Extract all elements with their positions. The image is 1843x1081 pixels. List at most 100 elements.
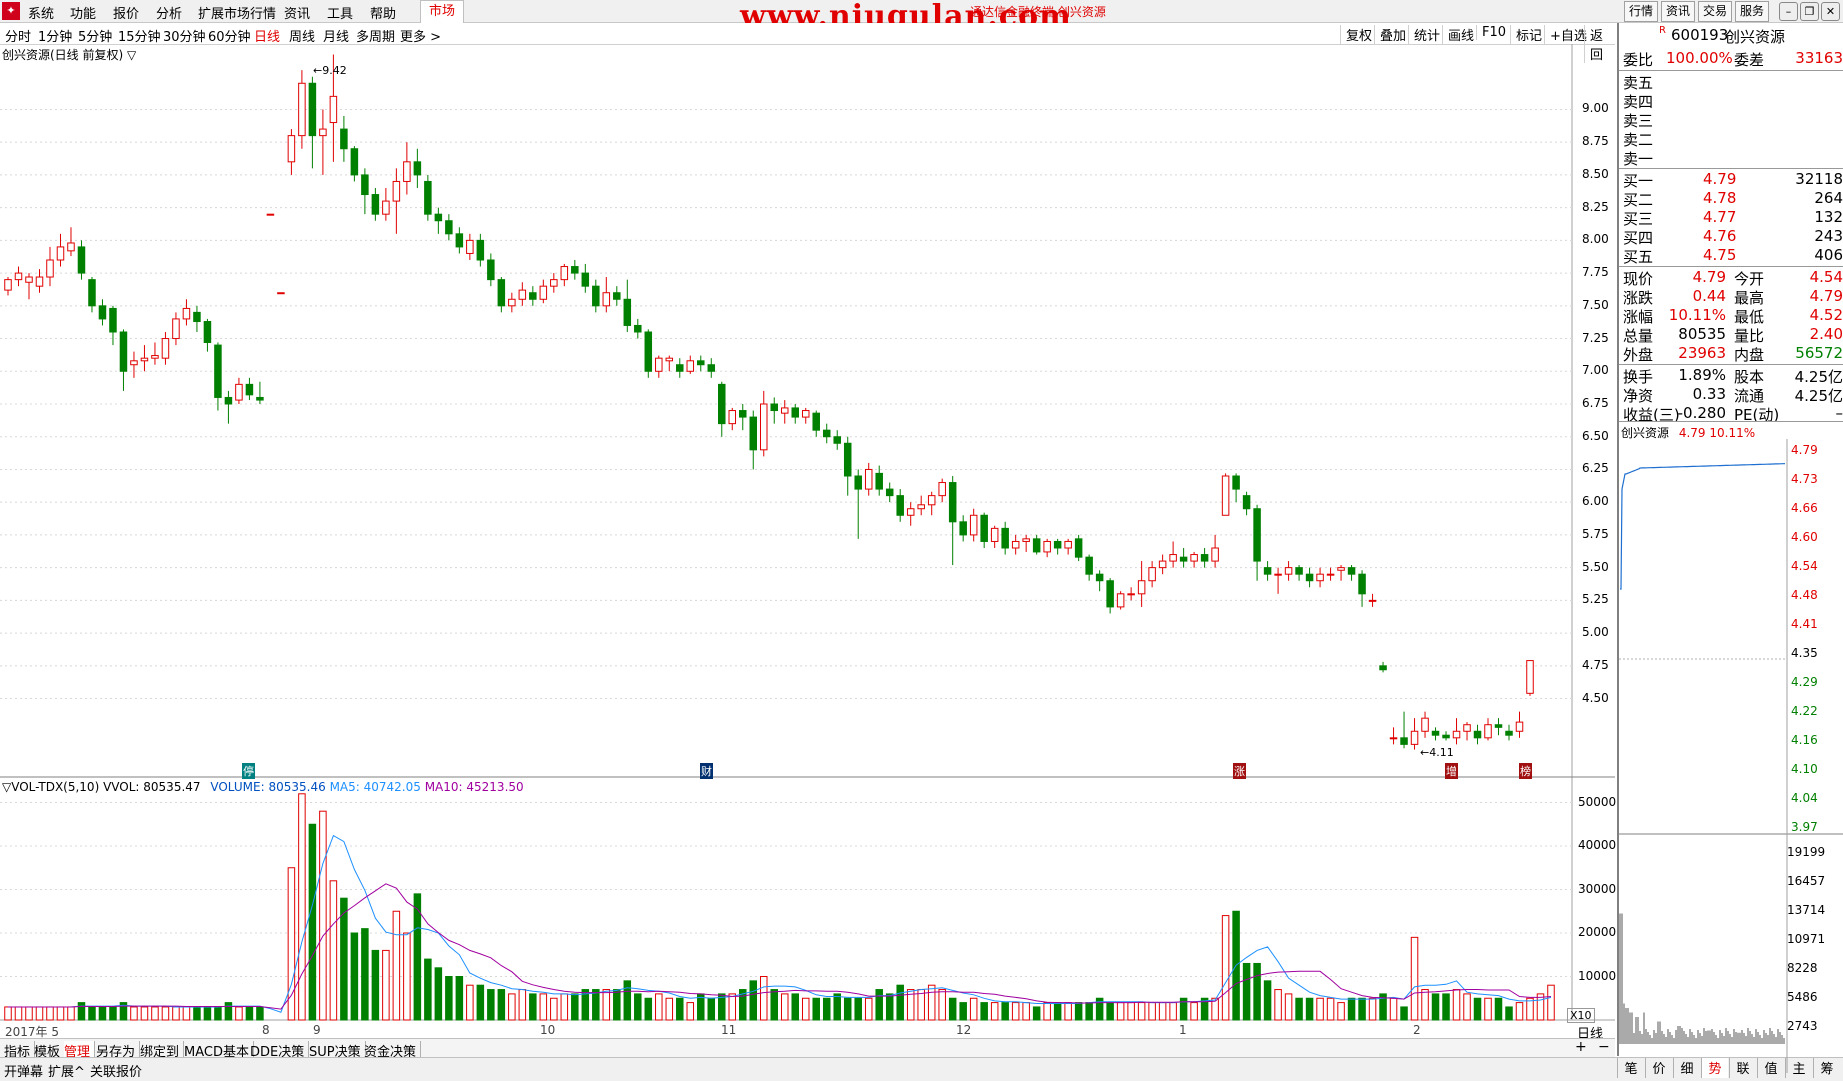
volume-bar bbox=[435, 968, 442, 1020]
candle-body bbox=[991, 528, 998, 541]
top-button-trade[interactable]: 交易 bbox=[1698, 1, 1732, 22]
period-tab-multi[interactable]: 多周期 bbox=[356, 26, 395, 45]
candle-body bbox=[844, 443, 851, 476]
period-tab-daily[interactable]: 日线 bbox=[254, 26, 280, 45]
candle-body bbox=[1464, 725, 1471, 732]
candle-body bbox=[162, 339, 169, 359]
period-tab-30min[interactable]: 30分钟 bbox=[163, 26, 206, 45]
candle-body bbox=[1411, 731, 1418, 744]
menu-market[interactable]: 市场 bbox=[420, 0, 464, 24]
candle-body bbox=[1527, 661, 1534, 694]
buy-price: 4.76 bbox=[1703, 227, 1736, 245]
tool-stats-button[interactable]: 统计 bbox=[1408, 25, 1440, 44]
period-tab-5min[interactable]: 5分钟 bbox=[78, 26, 112, 45]
tool-adjust-button[interactable]: 复权 bbox=[1340, 25, 1372, 44]
tool-draw-button[interactable]: 画线 bbox=[1442, 25, 1474, 44]
menu-system[interactable]: 系统 bbox=[28, 3, 54, 22]
candle-body bbox=[120, 332, 127, 371]
sell-row-1: 卖一 bbox=[1621, 148, 1843, 167]
zoom-out-icon[interactable]: − bbox=[1598, 1039, 1610, 1055]
tool-f10-button[interactable]: F10 bbox=[1476, 25, 1506, 40]
restore-icon[interactable]: ❐ bbox=[1800, 2, 1819, 21]
event-marker-rank[interactable]: 榜 bbox=[1519, 763, 1532, 779]
period-tab-1min[interactable]: 1分钟 bbox=[38, 26, 72, 45]
menu-help[interactable]: 帮助 bbox=[370, 3, 396, 22]
right-tab[interactable]: 价 bbox=[1645, 1058, 1672, 1078]
menu-quote[interactable]: 报价 bbox=[113, 3, 139, 22]
candle-body bbox=[708, 365, 715, 372]
minimize-icon[interactable]: – bbox=[1779, 2, 1798, 21]
zoom-in-icon[interactable]: + bbox=[1575, 1039, 1587, 1055]
volume-bar bbox=[750, 981, 757, 1020]
tool-mark-button[interactable]: 标记 bbox=[1510, 25, 1542, 44]
event-marker-finance[interactable]: 财 bbox=[700, 763, 713, 779]
period-tab-weekly[interactable]: 周线 bbox=[289, 26, 315, 45]
volume-bar bbox=[865, 998, 872, 1020]
candle-body bbox=[1359, 574, 1366, 594]
right-tab[interactable]: 值 bbox=[1757, 1058, 1784, 1078]
volume-bar bbox=[771, 990, 778, 1020]
stat-label: 涨幅 bbox=[1623, 306, 1653, 327]
extend-toggle[interactable]: 扩展^ bbox=[48, 1061, 85, 1080]
volume-bar bbox=[760, 977, 767, 1021]
volume-bar bbox=[89, 1007, 96, 1020]
right-tab[interactable]: 联 bbox=[1729, 1058, 1756, 1078]
menu-tools[interactable]: 工具 bbox=[327, 3, 353, 22]
event-marker-rise[interactable]: 涨 bbox=[1233, 763, 1246, 779]
close-icon[interactable]: ✕ bbox=[1821, 2, 1840, 21]
right-tab[interactable]: 细 bbox=[1673, 1058, 1700, 1078]
top-button-service[interactable]: 服务 bbox=[1735, 1, 1769, 22]
price-tick-label: 8.75 bbox=[1582, 134, 1609, 148]
buy-row-3: 买三4.77132 bbox=[1621, 208, 1843, 227]
period-tab-15min[interactable]: 15分钟 bbox=[118, 26, 161, 45]
tool-add-watch-button[interactable]: +自选 bbox=[1544, 25, 1587, 44]
period-tab-more[interactable]: 更多 > bbox=[400, 26, 441, 45]
volume-bar bbox=[677, 998, 684, 1020]
top-button-quote[interactable]: 行情 bbox=[1624, 1, 1658, 22]
volume-bar bbox=[372, 950, 379, 1020]
menu-function[interactable]: 功能 bbox=[70, 3, 96, 22]
candle-body bbox=[886, 489, 893, 496]
right-tab[interactable]: 势 bbox=[1701, 1058, 1728, 1078]
buy-label: 买一 bbox=[1623, 170, 1653, 191]
top-button-news[interactable]: 资讯 bbox=[1661, 1, 1695, 22]
related-quote-toggle[interactable]: 关联报价 bbox=[90, 1061, 142, 1080]
tool-overlay-button[interactable]: 叠加 bbox=[1374, 25, 1406, 44]
volume-bar bbox=[246, 1007, 253, 1020]
danmaku-toggle[interactable]: 开弹幕 bbox=[4, 1061, 43, 1080]
vol-indicator-name[interactable]: ▽VOL-TDX(5,10) bbox=[2, 780, 99, 794]
right-tab[interactable]: 主 bbox=[1785, 1058, 1812, 1078]
volume-bar bbox=[614, 990, 621, 1020]
stat-label: 内盘 bbox=[1734, 344, 1764, 365]
volume-bar bbox=[1411, 937, 1418, 1020]
period-tab-60min[interactable]: 60分钟 bbox=[208, 26, 251, 45]
menu-analysis[interactable]: 分析 bbox=[156, 3, 182, 22]
volume-bar bbox=[1191, 1003, 1198, 1020]
menu-extended-market[interactable]: 扩展市场行情 bbox=[198, 3, 276, 22]
vol-ma5-value: MA5: 40742.05 bbox=[330, 780, 421, 794]
weicha-value: 33163 bbox=[1795, 49, 1843, 67]
volume-bar bbox=[1527, 998, 1534, 1020]
volume-bar bbox=[1170, 1003, 1177, 1020]
menu-news[interactable]: 资讯 bbox=[284, 3, 310, 22]
candle-body bbox=[750, 417, 757, 450]
right-tab[interactable]: 筹 bbox=[1813, 1058, 1840, 1078]
event-marker-halt[interactable]: 停 bbox=[242, 763, 255, 779]
mini-volume-tick: 2743 bbox=[1787, 1019, 1818, 1033]
stat-value: 0.33 bbox=[1693, 385, 1726, 403]
right-tab[interactable]: 笔 bbox=[1617, 1058, 1644, 1078]
candle-body bbox=[1285, 568, 1292, 575]
event-marker-increase[interactable]: 增 bbox=[1445, 763, 1458, 779]
sell-label: 卖三 bbox=[1623, 110, 1653, 131]
candle-body bbox=[236, 384, 243, 400]
buy-label: 买三 bbox=[1623, 208, 1653, 229]
volume-bar bbox=[288, 868, 295, 1020]
period-tab-monthly[interactable]: 月线 bbox=[323, 26, 349, 45]
kline-chart[interactable] bbox=[0, 44, 1615, 1038]
stat-value: 4.25亿 bbox=[1795, 385, 1843, 406]
candle-body bbox=[1422, 718, 1429, 731]
period-tab-intraday[interactable]: 分时 bbox=[5, 26, 31, 45]
mini-price-tick: 4.04 bbox=[1791, 791, 1818, 805]
stat-value: 2.40 bbox=[1810, 325, 1843, 343]
buy-price: 4.77 bbox=[1703, 208, 1736, 226]
